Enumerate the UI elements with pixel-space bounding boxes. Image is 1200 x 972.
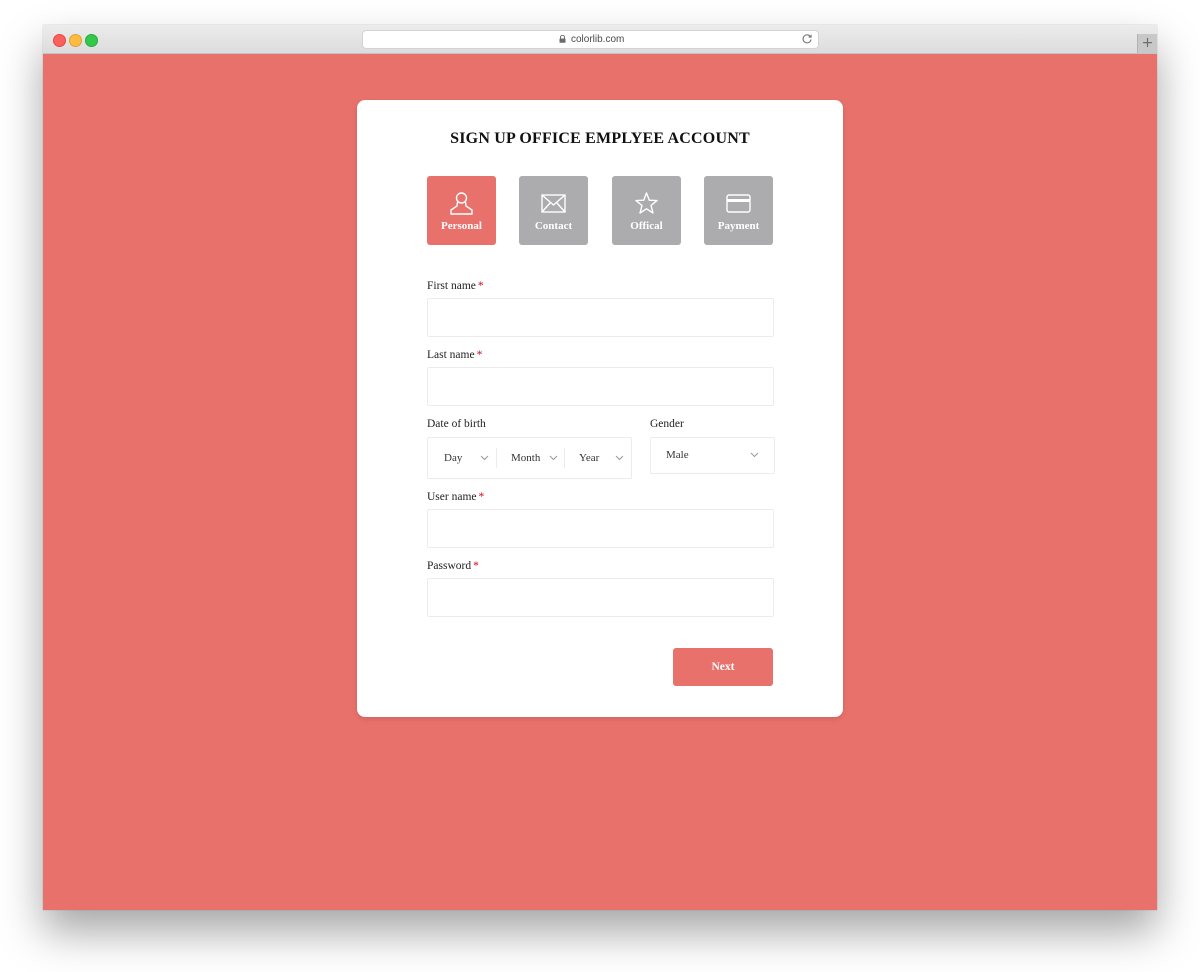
next-button[interactable]: Next [673, 648, 773, 686]
date-of-birth-label: Date of birth [427, 418, 486, 430]
step-personal-label: Personal [441, 220, 482, 232]
day-select-value: Day [444, 452, 463, 464]
required-mark: * [477, 280, 484, 292]
last-name-input[interactable] [427, 367, 774, 406]
signup-card: SIGN UP OFFICE EMPLYEE ACCOUNT Personal … [357, 100, 843, 717]
browser-titlebar: colorlib.com + [43, 25, 1157, 54]
year-select-value: Year [579, 452, 600, 464]
step-offical[interactable]: Offical [612, 176, 681, 245]
user-name-input[interactable] [427, 509, 774, 548]
month-select[interactable]: Month [497, 438, 564, 478]
password-label: Password * [427, 560, 479, 572]
password-label-text: Password [427, 560, 472, 572]
chevron-down-icon [750, 452, 759, 458]
last-name-label: Last name * [427, 349, 482, 361]
required-mark: * [476, 349, 483, 361]
month-select-value: Month [511, 452, 541, 464]
credit-card-icon [726, 194, 751, 213]
chevron-down-icon [480, 455, 489, 461]
first-name-label: First name * [427, 280, 484, 292]
user-name-label: User name * [427, 491, 484, 503]
url-text: colorlib.com [571, 34, 625, 45]
zoom-window-button[interactable] [85, 34, 98, 47]
user-icon [450, 192, 473, 215]
password-input[interactable] [427, 578, 774, 617]
lock-icon [559, 35, 566, 43]
new-tab-button[interactable]: + [1137, 34, 1157, 53]
step-payment-label: Payment [717, 220, 760, 232]
date-of-birth-group: Day Month Year [427, 437, 632, 479]
step-offical-label: Offical [630, 220, 663, 232]
envelope-icon [541, 194, 566, 213]
close-window-button[interactable] [53, 34, 66, 47]
step-payment[interactable]: Payment [704, 176, 773, 245]
step-contact[interactable]: Contact [519, 176, 588, 245]
first-name-input[interactable] [427, 298, 774, 337]
star-icon [635, 192, 658, 214]
reload-icon[interactable] [801, 33, 813, 45]
chevron-down-icon [615, 455, 624, 461]
page-title: SIGN UP OFFICE EMPLYEE ACCOUNT [450, 130, 750, 147]
required-mark: * [473, 560, 479, 572]
year-select[interactable]: Year [565, 438, 632, 478]
step-personal[interactable]: Personal [427, 176, 496, 245]
step-contact-label: Contact [534, 220, 573, 232]
address-bar[interactable]: colorlib.com [362, 30, 819, 49]
gender-select-value: Male [666, 449, 689, 461]
day-select[interactable]: Day [428, 438, 496, 478]
browser-window: colorlib.com + SIGN UP OFFICE EMPLYEE AC… [43, 25, 1157, 910]
gender-select[interactable]: Male [650, 437, 775, 474]
required-mark: * [478, 491, 485, 503]
first-name-label-text: First name [427, 280, 476, 292]
chevron-down-icon [549, 455, 558, 461]
last-name-label-text: Last name [427, 349, 475, 361]
gender-label: Gender [650, 418, 684, 430]
user-name-label-text: User name [427, 491, 477, 503]
minimize-window-button[interactable] [69, 34, 82, 47]
